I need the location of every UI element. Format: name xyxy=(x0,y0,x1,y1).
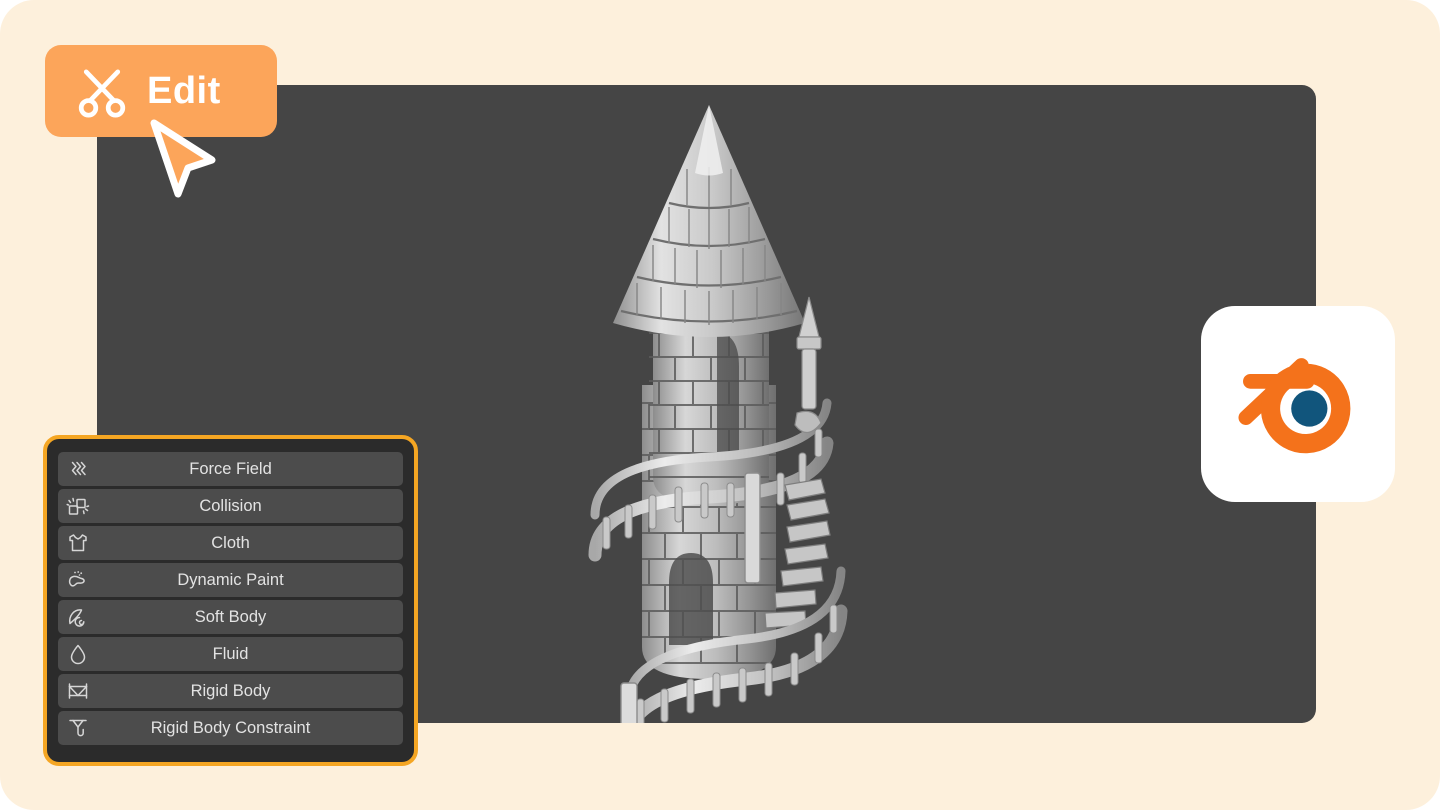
physics-properties-menu[interactable]: Force Field Collision Cloth Dynamic Pain… xyxy=(43,435,418,766)
menu-item-label: Rigid Body xyxy=(190,681,271,700)
menu-item-force-field[interactable]: Force Field xyxy=(58,452,403,486)
page-root: Edit Force Field Collision Cloth Dynamic… xyxy=(0,0,1440,810)
menu-item-collision[interactable]: Collision xyxy=(58,489,403,523)
menu-item-label: Force Field xyxy=(189,459,272,478)
menu-item-fluid[interactable]: Fluid xyxy=(58,637,403,671)
menu-item-rigid-body[interactable]: Rigid Body xyxy=(58,674,403,708)
soft-body-icon xyxy=(66,605,90,629)
cloth-icon xyxy=(66,531,90,555)
menu-item-dynamic-paint[interactable]: Dynamic Paint xyxy=(58,563,403,597)
menu-item-label: Dynamic Paint xyxy=(177,570,284,589)
scissors-icon xyxy=(78,69,126,118)
rigid-body-constraint-icon xyxy=(66,716,90,740)
fluid-icon xyxy=(66,642,90,666)
menu-item-cloth[interactable]: Cloth xyxy=(58,526,403,560)
mouse-pointer-icon xyxy=(150,119,216,198)
dynamic-paint-icon xyxy=(66,568,90,592)
menu-item-label: Soft Body xyxy=(194,607,267,626)
edit-badge-label: Edit xyxy=(147,70,221,112)
rigid-body-icon xyxy=(66,679,90,703)
blender-logo-card[interactable] xyxy=(1201,306,1395,502)
collision-icon xyxy=(66,494,90,518)
menu-item-label: Fluid xyxy=(212,644,249,663)
menu-item-soft-body[interactable]: Soft Body xyxy=(58,600,403,634)
menu-item-label: Collision xyxy=(199,496,262,515)
blender-logo-icon xyxy=(1238,358,1351,454)
menu-item-label: Cloth xyxy=(211,533,250,552)
menu-item-label: Rigid Body Constraint xyxy=(150,718,311,737)
menu-item-rigid-body-constraint[interactable]: Rigid Body Constraint xyxy=(58,711,403,745)
force-field-icon xyxy=(66,457,90,481)
